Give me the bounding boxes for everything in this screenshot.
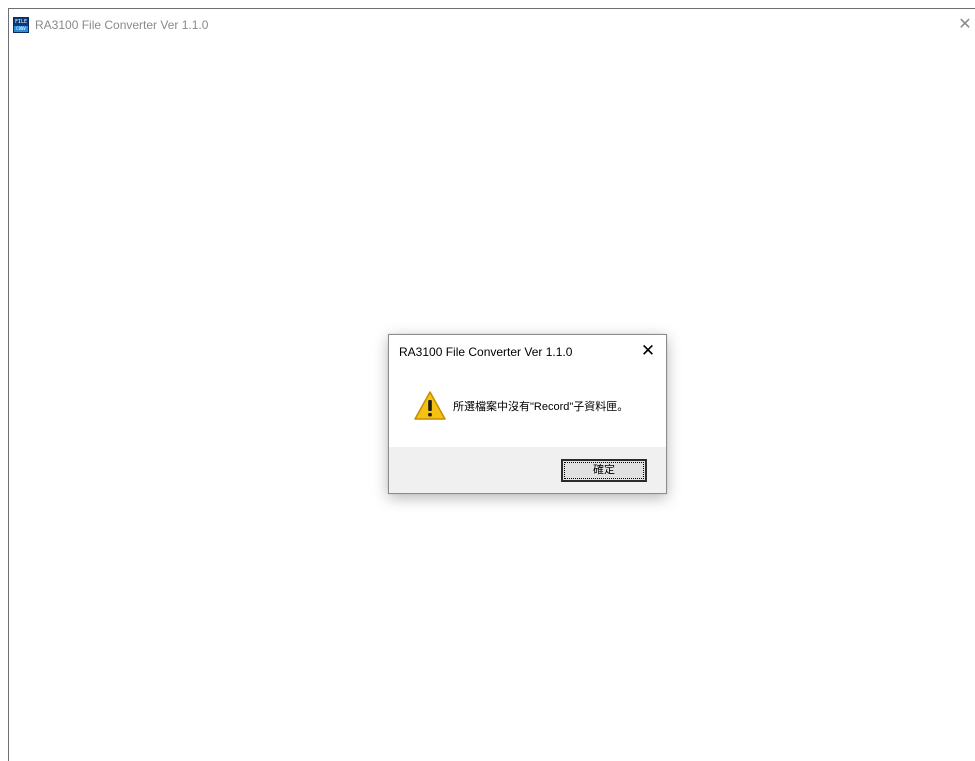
window-titlebar[interactable]: FILE CONV RA3100 File Converter Ver 1.1.… (9, 9, 975, 39)
dialog-message: 所選檔案中沒有"Record"子資料匣。 (453, 401, 629, 413)
window-close-button[interactable]: ✕ (955, 15, 975, 35)
app-icon-bottom-text: CONV (14, 26, 28, 32)
window-title: RA3100 File Converter Ver 1.1.0 (35, 18, 209, 32)
app-icon-top-text: FILE (15, 19, 28, 25)
app-icon: FILE CONV (13, 17, 29, 33)
dialog-title: RA3100 File Converter Ver 1.1.0 (399, 345, 573, 359)
message-dialog: RA3100 File Converter Ver 1.1.0 ✕ 所選檔案中沒… (388, 334, 667, 494)
ok-button[interactable]: 確定 (561, 459, 647, 482)
dialog-footer: 確定 (389, 447, 666, 493)
dialog-titlebar[interactable]: RA3100 File Converter Ver 1.1.0 ✕ (389, 335, 666, 367)
warning-icon (414, 391, 446, 420)
dialog-content: 所選檔案中沒有"Record"子資料匣。 (389, 367, 666, 447)
dialog-close-button[interactable]: ✕ (638, 341, 658, 361)
